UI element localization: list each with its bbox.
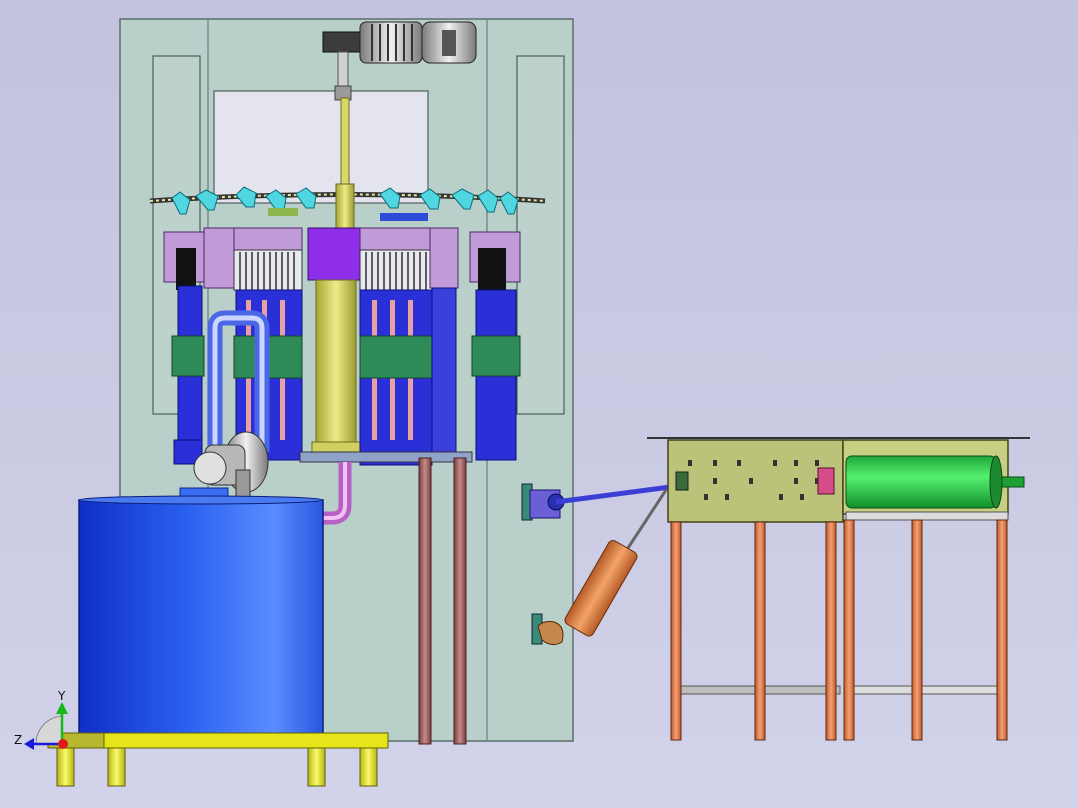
station-right-outer <box>469 231 521 461</box>
station-right <box>359 227 459 466</box>
triad-y-label: Y <box>57 689 66 703</box>
coordinate-triad[interactable]: Y Z <box>14 689 68 750</box>
control-cabinet <box>647 437 1030 695</box>
machine-assembly-drawing[interactable]: Y Z <box>0 0 1078 808</box>
cad-viewport[interactable]: Y Z <box>0 0 1078 808</box>
x-axis-origin-icon <box>58 739 68 749</box>
triad-z-label: Z <box>14 733 22 747</box>
water-tank <box>78 487 324 736</box>
cabinet-legs <box>670 519 1008 741</box>
center-shaft <box>340 97 350 187</box>
base-platform <box>47 732 389 787</box>
y-axis-arrowhead <box>56 702 68 714</box>
z-axis-arrowhead <box>24 738 34 750</box>
